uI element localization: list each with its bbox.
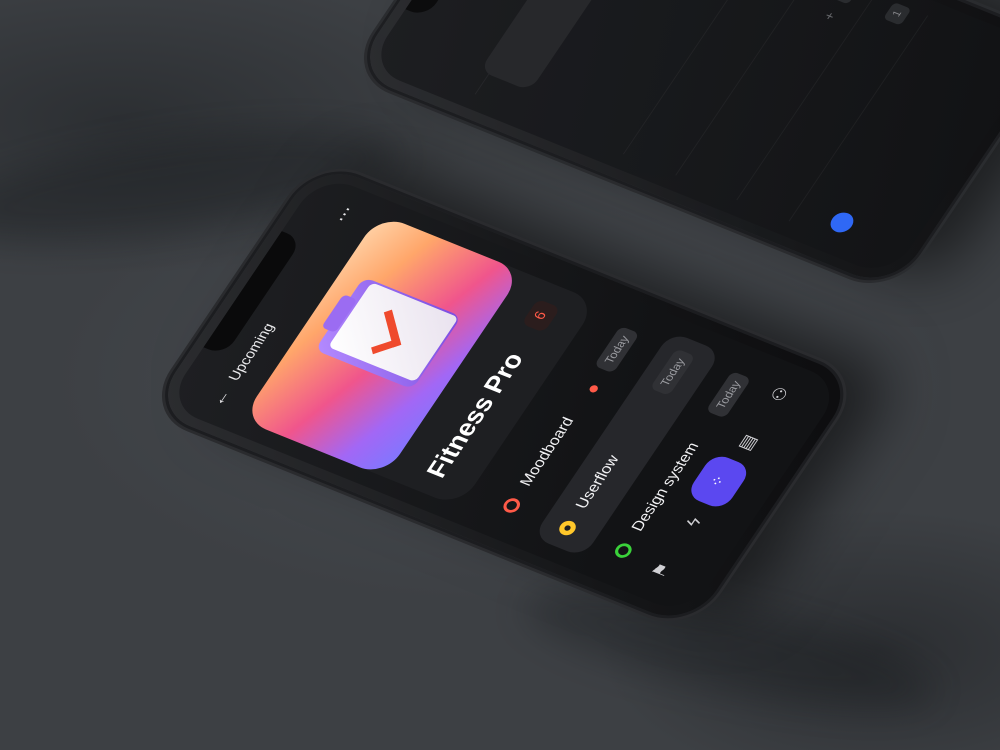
status-circle-icon[interactable] <box>500 496 524 515</box>
task-label: Userflow <box>573 453 623 511</box>
status-circle-icon[interactable] <box>611 541 635 561</box>
scene-background: 2 4 + 8 6 + 2 1 ← <box>0 0 1000 750</box>
avatar[interactable] <box>826 209 858 236</box>
more-dots-icon[interactable]: ⋯ <box>330 202 359 225</box>
due-date-badge: Today <box>593 325 640 374</box>
status-circle-icon[interactable] <box>556 518 579 538</box>
due-date-badge: Today <box>649 348 696 396</box>
user-icon[interactable]: ⚇ <box>757 375 803 413</box>
front-phone-screen: ← Upcoming ⋯ Fitness Pro 6 Moodboard Tod… <box>164 173 845 617</box>
arrow-left-icon[interactable]: ← <box>207 386 235 408</box>
bolt-icon[interactable]: ϟ <box>671 503 717 541</box>
add-icon[interactable]: + <box>820 10 839 22</box>
task-label: Moodboard <box>517 415 578 489</box>
count-badge: 2 <box>830 0 860 5</box>
count-badge: 1 <box>882 1 912 26</box>
project-count-badge: 6 <box>521 298 561 333</box>
calendar-icon[interactable]: ▤ <box>724 424 770 462</box>
background-shadow <box>516 567 944 733</box>
priority-dot <box>588 384 600 394</box>
flag-icon[interactable]: ⚑ <box>638 551 684 589</box>
